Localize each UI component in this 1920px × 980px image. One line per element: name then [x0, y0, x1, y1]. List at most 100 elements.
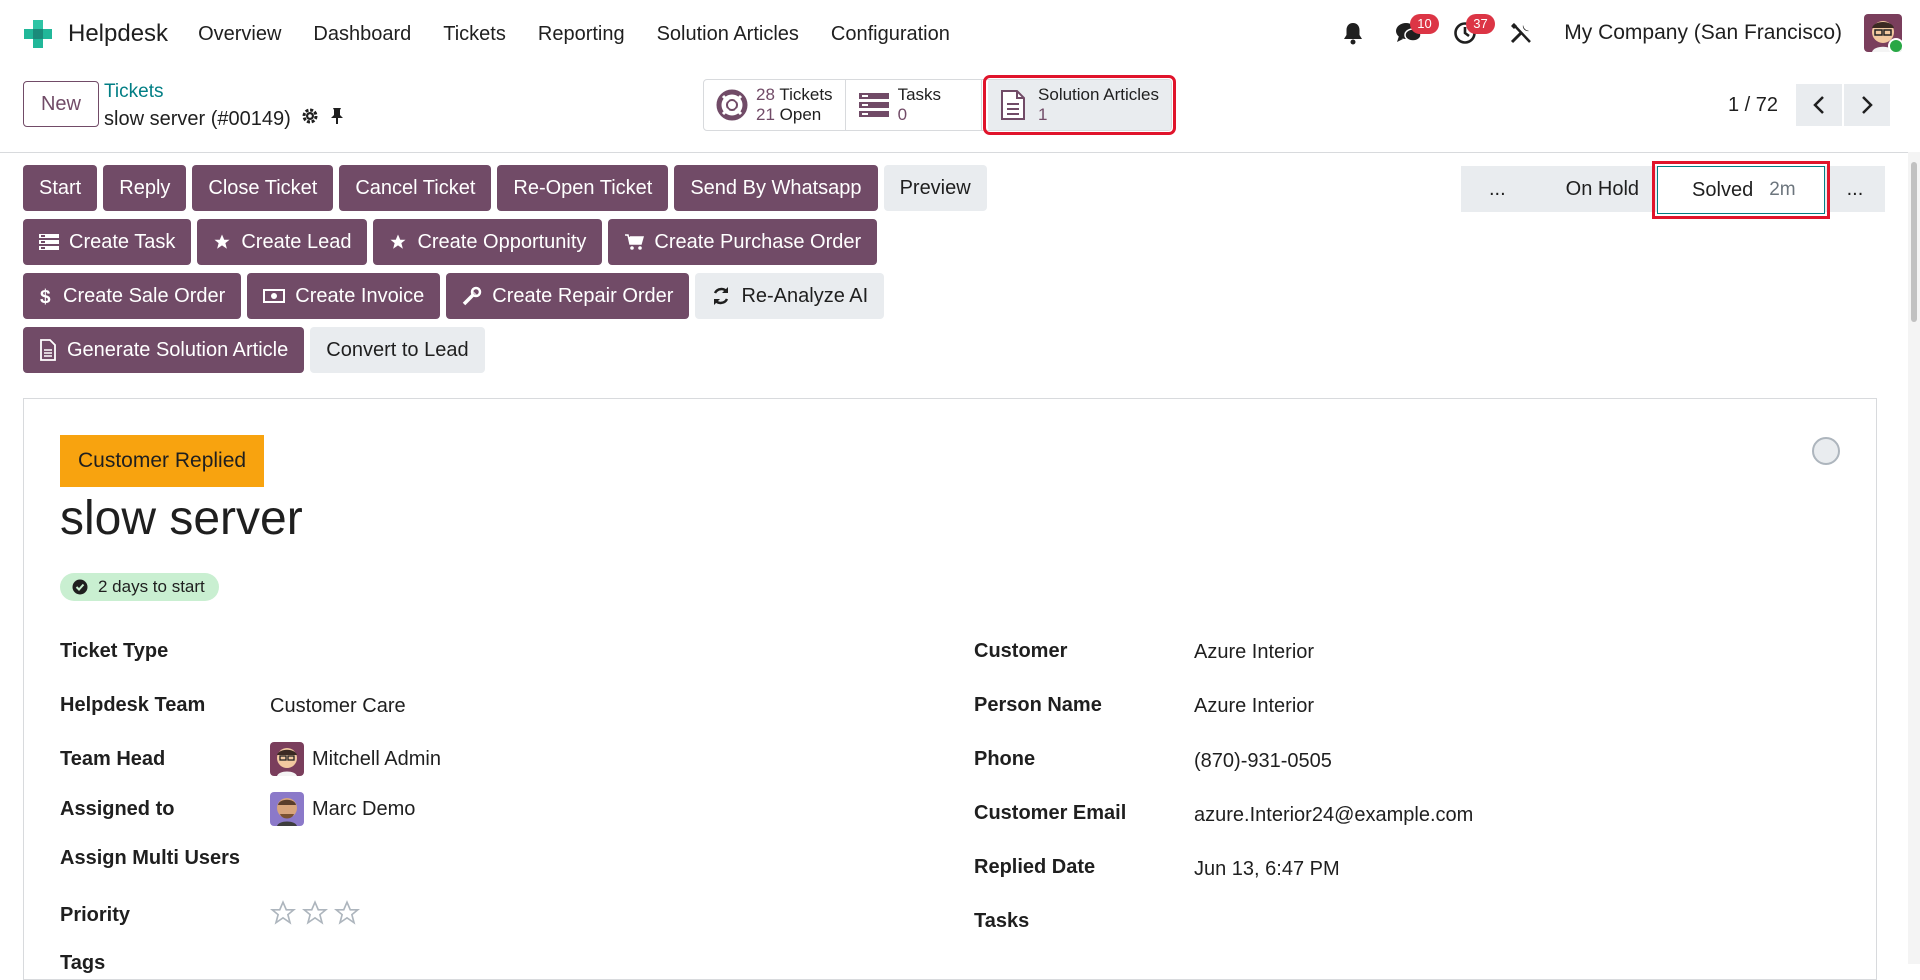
priority-label: Priority [60, 904, 131, 926]
debug-tools-button[interactable] [1506, 18, 1536, 48]
stage-statusbar: ... On Hold Solved 2m ... [1461, 161, 1886, 219]
kanban-state-toggle[interactable] [1812, 437, 1840, 465]
phone-field[interactable]: (870)-931-0505 [1194, 750, 1332, 773]
create-task-button[interactable]: Create Task [23, 219, 192, 265]
create-lead-button[interactable]: Create Lead [197, 219, 368, 265]
team-head-field[interactable]: Mitchell Admin [270, 742, 441, 776]
pager-next-button[interactable] [1844, 84, 1890, 126]
money-bill-icon [263, 289, 286, 303]
solution-articles-smart-button[interactable]: Solution Articles 1 [983, 75, 1176, 135]
preview-button[interactable]: Preview [883, 165, 987, 211]
new-button[interactable]: New [23, 81, 99, 127]
notifications-button[interactable] [1338, 18, 1368, 48]
tasks-field[interactable] [1194, 904, 1844, 938]
tasks-icon [39, 234, 59, 250]
open-count: 21 [756, 105, 775, 124]
app-name: Helpdesk [68, 20, 169, 47]
create-repair-order-label: Create Repair Order [492, 284, 674, 307]
create-sale-order-label: Create Sale Order [63, 284, 226, 307]
create-sale-order-button[interactable]: $ Create Sale Order [23, 273, 242, 319]
helpdesk-team-field[interactable]: Customer Care [270, 695, 406, 718]
person-name-field[interactable]: Azure Interior [1194, 695, 1314, 718]
reanalyze-ai-button[interactable]: Re-Analyze AI [695, 273, 885, 319]
assigned-to-field[interactable]: Marc Demo [270, 792, 415, 826]
stage-solved[interactable]: Solved 2m [1652, 161, 1830, 219]
star-icon [214, 234, 230, 249]
stage-on-hold[interactable]: On Hold [1533, 166, 1658, 212]
breadcrumb: Tickets slow server (#00149) [104, 81, 345, 131]
generate-solution-article-button[interactable]: Generate Solution Article [23, 327, 305, 373]
breadcrumb-tickets-link[interactable]: Tickets [104, 81, 345, 103]
company-switcher[interactable]: My Company (San Francisco) [1564, 21, 1842, 45]
menu-overview[interactable]: Overview [198, 23, 281, 46]
team-head-avatar [270, 742, 304, 776]
convert-to-lead-button[interactable]: Convert to Lead [310, 327, 485, 373]
activities-button[interactable]: 37 [1450, 14, 1495, 48]
marc-avatar-image [270, 792, 304, 826]
create-purchase-order-label: Create Purchase Order [654, 230, 862, 253]
articles-count: 1 [1038, 105, 1048, 124]
actions-gear-button[interactable] [301, 107, 319, 131]
customer-email-label: Customer Email [974, 802, 1127, 824]
create-purchase-order-button[interactable]: Create Purchase Order [608, 219, 878, 265]
close-ticket-button[interactable]: Close Ticket [192, 165, 334, 211]
customer-email-field[interactable]: azure.Interior24@example.com [1194, 804, 1473, 827]
person-name-label: Person Name [974, 694, 1102, 716]
check-circle-icon [72, 579, 88, 595]
create-repair-order-button[interactable]: Create Repair Order [446, 273, 690, 319]
customer-field[interactable]: Azure Interior [1194, 641, 1314, 664]
scrollbar-thumb[interactable] [1911, 162, 1917, 322]
priority-star-icon[interactable] [334, 900, 360, 926]
priority-star-icon[interactable] [302, 900, 328, 926]
stage-more-next[interactable]: ... [1824, 166, 1886, 212]
create-invoice-button[interactable]: Create Invoice [247, 273, 441, 319]
tickets-smart-button[interactable]: 28 Tickets 21 Open [704, 80, 846, 130]
pager-previous-button[interactable] [1796, 84, 1842, 126]
action-row-2: Create Task Create Lead Create Opportuni… [23, 219, 1063, 265]
cancel-ticket-button[interactable]: Cancel Ticket [339, 165, 492, 211]
menu-tickets[interactable]: Tickets [443, 23, 506, 46]
generate-solution-article-label: Generate Solution Article [67, 338, 289, 361]
tasks-smart-button[interactable]: Tasks 0 [846, 80, 983, 130]
assign-multi-users-field[interactable] [270, 841, 920, 875]
user-avatar[interactable] [1864, 14, 1902, 52]
open-label: Open [779, 105, 822, 124]
reply-button[interactable]: Reply [103, 165, 187, 211]
assign-multi-users-label: Assign Multi Users [60, 847, 241, 869]
page-scrollbar[interactable] [1908, 152, 1920, 964]
create-lead-label: Create Lead [241, 230, 352, 253]
stage-more-previous[interactable]: ... [1461, 166, 1534, 212]
create-opportunity-button[interactable]: Create Opportunity [373, 219, 603, 265]
reopen-ticket-button[interactable]: Re-Open Ticket [497, 165, 669, 211]
start-button[interactable]: Start [23, 165, 98, 211]
stage-solved-duration: 2m [1769, 179, 1796, 200]
chevron-left-icon [1813, 96, 1824, 114]
customer-replied-ribbon: Customer Replied [60, 435, 265, 487]
lifebuoy-icon [716, 89, 748, 121]
pager-value[interactable]: 1 / 72 [1728, 94, 1778, 117]
action-row-4: Generate Solution Article Convert to Lea… [23, 327, 1063, 373]
ticket-title[interactable]: slow server [60, 491, 303, 546]
ticket-type-field[interactable] [270, 633, 920, 667]
priority-star-icon[interactable] [270, 900, 296, 926]
create-task-label: Create Task [69, 230, 176, 253]
dollar-icon: $ [40, 287, 51, 306]
create-invoice-label: Create Invoice [295, 284, 425, 307]
pager: 1 / 72 [1728, 84, 1890, 126]
menu-dashboard[interactable]: Dashboard [313, 23, 411, 46]
action-row-3: $ Create Sale Order Create Invoice Creat… [23, 273, 1063, 319]
gear-icon [302, 108, 318, 124]
team-head-label: Team Head [60, 748, 166, 770]
replied-date-field[interactable]: Jun 13, 6:47 PM [1194, 858, 1340, 881]
bell-icon [1344, 23, 1363, 45]
brand[interactable]: Helpdesk [22, 18, 168, 50]
smart-buttons: 28 Tickets 21 Open Tasks 0 Solution Arti… [703, 75, 1176, 135]
send-by-whatsapp-button[interactable]: Send By Whatsapp [674, 165, 878, 211]
menu-configuration[interactable]: Configuration [831, 23, 950, 46]
menu-solution-articles[interactable]: Solution Articles [657, 23, 799, 46]
pin-button[interactable] [329, 107, 345, 131]
messages-button[interactable]: 10 [1394, 14, 1439, 48]
helpdesk-logo-icon [24, 20, 52, 48]
menu-reporting[interactable]: Reporting [538, 23, 625, 46]
star-icon [390, 234, 406, 249]
